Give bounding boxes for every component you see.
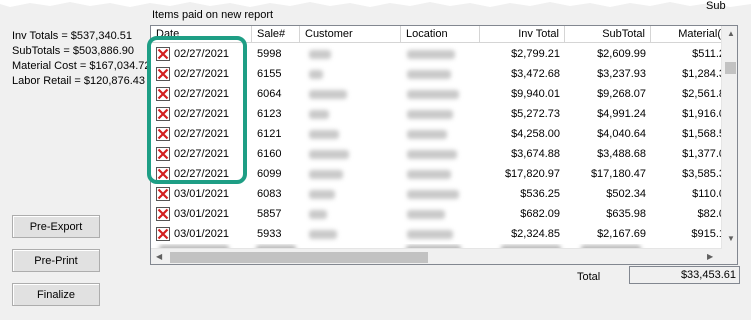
material-cell: $2,561.8 (682, 88, 725, 100)
subtotal-cell: $17,180.47 (590, 168, 646, 180)
column-header-subtotal[interactable]: SubTotal (565, 26, 651, 43)
sale-cell: 6123 (257, 108, 282, 120)
material-cell: $82.0 (697, 208, 725, 220)
unchecked-x-icon[interactable] (156, 207, 170, 221)
subtotal-cell: $635.98 (606, 208, 646, 220)
material-cell: $1,568.5 (682, 128, 725, 140)
scroll-corner (722, 248, 737, 264)
column-header-customer[interactable]: Customer (300, 26, 401, 43)
redacted-customer (309, 90, 347, 99)
subtotals-text: SubTotals = $503,886.90 (12, 45, 135, 57)
date-cell: 03/01/2021 (174, 228, 230, 240)
material-cell: $3,585.3 (682, 168, 725, 180)
inv-total-cell: $536.25 (520, 188, 560, 200)
horizontal-scrollbar[interactable]: ◀ ▶ (151, 248, 722, 264)
material-cost-text: Material Cost = $167,034.72 (12, 60, 151, 72)
table-row[interactable]: 03/01/2021 5857 $682.09 $635.98 $82.0 (151, 204, 737, 224)
sale-cell: 6064 (257, 88, 282, 100)
inv-total-cell: $3,472.68 (511, 68, 560, 80)
pre-export-button[interactable]: Pre-Export (12, 215, 100, 238)
inv-total-cell: $17,820.97 (504, 168, 560, 180)
redacted-customer (309, 230, 337, 239)
finalize-button[interactable]: Finalize (12, 283, 100, 306)
redacted-location (407, 50, 455, 59)
top-right-fragment: Sub (706, 0, 726, 12)
table-row[interactable]: 03/01/2021 6083 $536.25 $502.34 $110.0 (151, 184, 737, 204)
scroll-up-arrow-icon[interactable]: ▲ (727, 29, 735, 38)
sale-cell: 5857 (257, 208, 282, 220)
pre-print-button[interactable]: Pre-Print (12, 249, 100, 272)
table-row[interactable]: 03/01/2021 5933 $2,324.85 $2,167.69 $915.1 (151, 224, 737, 244)
redacted-location (407, 170, 451, 179)
subtotal-cell: $2,609.99 (597, 48, 646, 60)
sale-cell: 5998 (257, 48, 282, 60)
sale-cell: 6083 (257, 188, 282, 200)
sale-cell: 6121 (257, 128, 282, 140)
redacted-location (407, 130, 447, 139)
unchecked-x-icon[interactable] (156, 187, 170, 201)
material-cell: $1,284.3 (682, 68, 725, 80)
material-cell: $110.0 (692, 188, 725, 200)
sale-cell: 5933 (257, 228, 282, 240)
column-header-sale[interactable]: Sale# (252, 26, 300, 43)
subtotal-cell: $3,237.93 (597, 68, 646, 80)
subtotal-cell: $2,167.69 (597, 228, 646, 240)
subtotal-cell: $3,488.68 (597, 148, 646, 160)
redacted-customer (309, 70, 323, 79)
subtotal-cell: $9,268.07 (597, 88, 646, 100)
material-cell: $511.2 (692, 48, 725, 60)
summary-panel: Inv Totals = $537,340.51 SubTotals = $50… (12, 29, 151, 89)
material-cell: $1,377.0 (682, 148, 725, 160)
column-header-inv-total[interactable]: Inv Total (480, 26, 565, 43)
redacted-customer (309, 50, 331, 59)
inv-total-cell: $4,258.00 (511, 128, 560, 140)
redacted-customer (309, 130, 339, 139)
grid-title: Items paid on new report (152, 9, 274, 21)
redacted-customer (309, 150, 349, 159)
scroll-down-arrow-icon[interactable]: ▼ (727, 234, 735, 243)
scroll-right-arrow-icon[interactable]: ▶ (707, 252, 713, 261)
date-cell: 03/01/2021 (174, 188, 230, 200)
inv-total-cell: $9,940.01 (511, 88, 560, 100)
redacted-location (407, 230, 453, 239)
redacted-location (407, 150, 457, 159)
redacted-location (407, 190, 459, 199)
material-cell: $1,916.0 (682, 108, 725, 120)
redacted-customer (309, 190, 335, 199)
inv-total-cell: $682.09 (520, 208, 560, 220)
vertical-scrollbar[interactable]: ▲ ▼ (721, 26, 737, 248)
vertical-scroll-thumb[interactable] (725, 62, 736, 74)
redacted-location (407, 110, 453, 119)
redacted-customer (309, 170, 343, 179)
labor-retail-text: Labor Retail = $120,876.43 (12, 75, 146, 87)
scroll-left-arrow-icon[interactable]: ◀ (156, 252, 162, 261)
redacted-location (407, 210, 445, 219)
sale-cell: 6160 (257, 148, 282, 160)
column-header-material[interactable]: Material( (651, 26, 726, 43)
date-cell: 03/01/2021 (174, 208, 230, 220)
subtotal-cell: $4,991.24 (597, 108, 646, 120)
redacted-customer (309, 110, 329, 119)
torn-edge (0, 0, 751, 7)
inv-total-cell: $2,799.21 (511, 48, 560, 60)
subtotal-cell: $502.34 (606, 188, 646, 200)
inv-total-cell: $3,674.88 (511, 148, 560, 160)
redacted-customer (309, 210, 327, 219)
material-cell: $915.1 (691, 228, 725, 240)
highlight-callout (147, 36, 247, 184)
column-header-location[interactable]: Location (401, 26, 480, 43)
sale-cell: 6099 (257, 168, 282, 180)
inv-total-cell: $2,324.85 (511, 228, 560, 240)
unchecked-x-icon[interactable] (156, 227, 170, 241)
redacted-location (407, 70, 451, 79)
horizontal-scroll-thumb[interactable] (170, 252, 428, 263)
subtotal-cell: $4,040.64 (597, 128, 646, 140)
inv-total-cell: $5,272.73 (511, 108, 560, 120)
total-value-field: $33,453.61 (629, 266, 740, 284)
sale-cell: 6155 (257, 68, 282, 80)
inv-totals-text: Inv Totals = $537,340.51 (12, 30, 132, 42)
total-label: Total (577, 271, 601, 283)
redacted-location (407, 90, 459, 99)
